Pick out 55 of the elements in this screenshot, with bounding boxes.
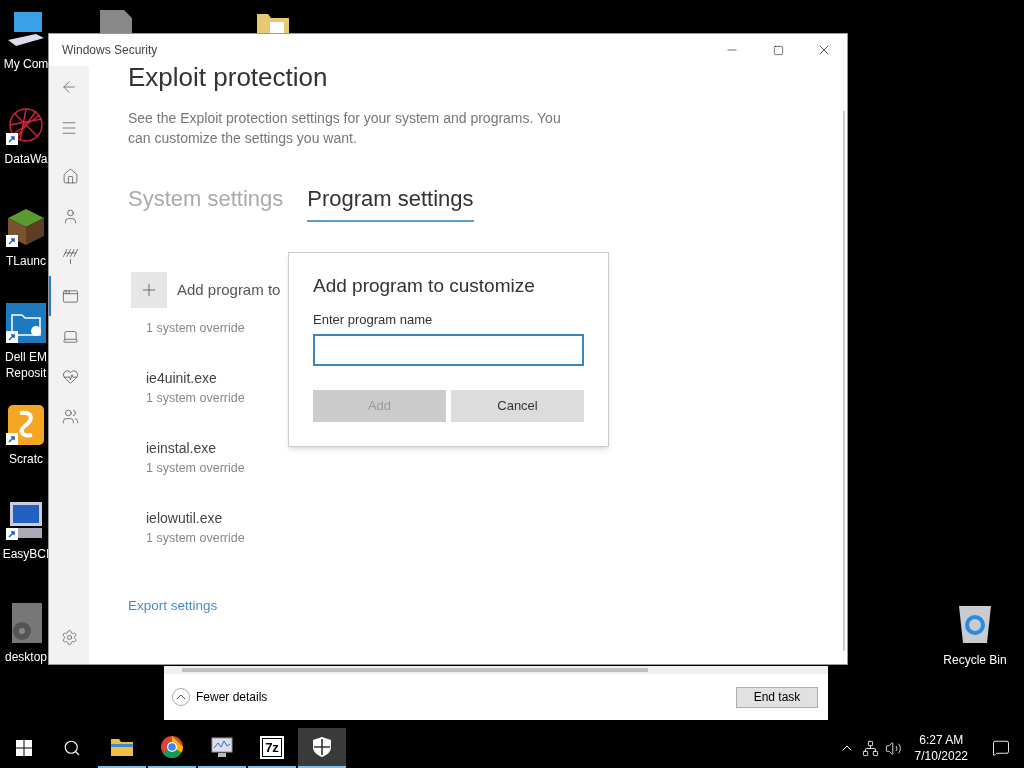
settings-tab[interactable]: Program settings [307,182,474,222]
clock-date[interactable]: 7/10/2022 [914,748,968,764]
desktop-icon-label[interactable]: EasyBCI [2,546,50,562]
program-name[interactable]: ie4uinit.exe [146,368,217,388]
taskbar-app[interactable]: 7z [248,728,296,768]
scrollbar-thumb[interactable] [182,668,648,672]
dialog-button[interactable]: Cancel [451,389,584,422]
dialog-title: Add program to customize [313,274,536,298]
shield-icon[interactable] [312,736,332,758]
scrollbar[interactable] [843,111,845,651]
add-program-label[interactable]: Add program to [177,278,281,302]
end-task-button[interactable]: End task [736,686,818,708]
taskbar-app[interactable] [298,728,346,768]
desktop-icon-label[interactable]: Recycle Bin [943,651,1007,669]
block-icon [6,207,46,247]
folder-icon[interactable] [110,737,134,757]
desktop-icon-label[interactable]: My Com [3,56,49,72]
desktop-icon-label[interactable]: Scratc [9,451,43,467]
menu-icon [60,119,78,137]
settings-button[interactable] [60,629,78,646]
fewer-details-button[interactable]: Fewer details [172,688,268,706]
clock-time[interactable]: 6:27 AM [919,732,964,748]
program-name[interactable]: ieinstal.exe [146,438,217,458]
antenna-icon [61,247,79,265]
volume-icon[interactable] [884,739,902,757]
program-override-count: 1 system override [146,390,245,407]
heart-pulse-icon [61,367,79,385]
people-icon [61,407,79,425]
program-name[interactable]: ielowutil.exe [146,508,223,528]
desktop-icon-label[interactable]: TLaunc [6,253,46,269]
page-heading: Exploit protection [128,62,329,92]
app-window-icon [61,287,79,305]
maximize-icon [772,44,784,56]
desktop-icon-label[interactable]: desktop [5,649,47,665]
web-icon [6,105,46,145]
network-icon[interactable] [861,739,879,757]
chart-monitor-icon[interactable] [210,735,234,759]
program-name-input[interactable] [313,333,584,366]
home-icon [61,167,79,185]
program-override-count: 1 system override [146,320,245,337]
window-title: Windows Security [61,42,159,59]
windows-logo-icon [16,740,32,756]
folder-icon [6,303,46,343]
desktop-icon-label[interactable]: Dell EM Reposit [5,349,47,381]
program-override-count: 1 system override [146,530,245,547]
archiver-icon[interactable]: 7z [262,737,282,757]
page-description: See the Exploit protection settings for your system and programs. You can customize the settings you want. [128,109,562,148]
desktop-icon-label[interactable]: DataWa [4,151,48,167]
export-settings-link[interactable]: Export settings [128,596,218,617]
browser-icon[interactable] [160,735,184,759]
program-override-count: 1 system override [146,460,245,477]
search-icon [63,739,81,757]
notifications-icon[interactable] [992,739,1010,757]
settings-icon [60,629,78,646]
field-label: Enter program name [313,311,434,329]
